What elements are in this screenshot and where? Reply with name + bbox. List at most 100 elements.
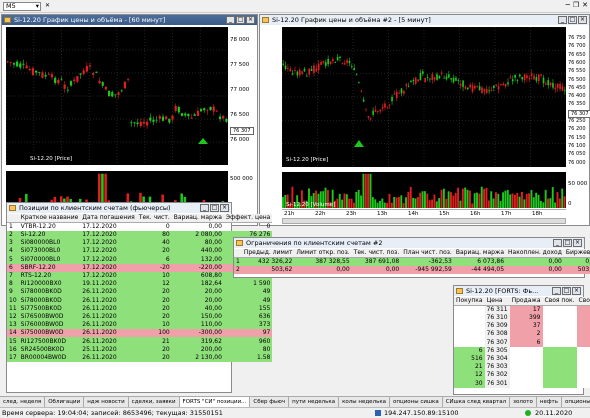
table-row[interactable]: 1 432 326,22 387 328,55 387 691,08 -362,53 6 … [234, 257, 590, 266]
workspace-tab[interactable]: Облигации [45, 397, 85, 407]
close-icon[interactable]: × [246, 16, 255, 24]
workspace-tab[interactable]: опционы ртс [562, 397, 590, 407]
limits-title-bar[interactable]: Ограничения по клиентским счетам #2 _ □ × [234, 238, 584, 248]
col-header[interactable] [7, 214, 19, 223]
table-row[interactable]: 1 VTBR-12.20 17.12.2020 0 0,00 0 [7, 223, 272, 232]
time-tick: 16h [470, 211, 481, 217]
workspace-tab[interactable]: золото [510, 397, 537, 407]
col-header[interactable]: Тек. чист. поз. [351, 249, 402, 258]
col-header[interactable]: Цена [484, 297, 510, 306]
table-row[interactable]: 2 503,62 0,00 0,00 -945 992,59 -44 494,05 0,00… [234, 266, 590, 275]
table-row[interactable]: 9 Si78000BK0D 26.11.2020 20 20,00 49 [7, 288, 273, 297]
price-tick: 76 400 [568, 93, 586, 100]
col-header[interactable]: Своя пр. [576, 297, 590, 306]
table-row[interactable]: 76 311 17 [454, 305, 590, 314]
positions-title-bar[interactable]: Позиции по клиентским счетам (фьючерсы) … [7, 203, 231, 213]
chart2-title-bar[interactable]: Si-12.20 График цены и объёма #2 - [5 ми… [260, 15, 589, 25]
chart2-title: Si-12.20 График цены и объёма #2 - [5 ми… [272, 16, 431, 24]
volume-bar [551, 187, 554, 208]
col-header[interactable]: Дата погашения [80, 214, 137, 223]
col-header[interactable]: Накоплен. доход [506, 249, 564, 258]
workspace-tab[interactable]: СИшка след квартал [443, 397, 511, 407]
close-icon[interactable]: × [572, 287, 581, 295]
workspace-tab[interactable]: след. неделя [0, 397, 46, 407]
table-row[interactable]: 76 307 6 [454, 338, 590, 347]
maximize-icon[interactable]: □ [568, 16, 577, 24]
orderbook-title-bar[interactable]: Si-12.20 [FORTS: Фь... _ □ × [454, 286, 583, 296]
workspace-tab[interactable]: пути неделька [289, 397, 340, 407]
positions-window[interactable]: Позиции по клиентским счетам (фьючерсы) … [6, 202, 273, 393]
table-row[interactable]: 6 76 305 [454, 346, 590, 355]
workspace-tab[interactable]: нефть [537, 397, 562, 407]
workspace-tab[interactable]: сделки, заявки [129, 397, 180, 407]
col-header[interactable]: План чист. поз. [401, 249, 454, 258]
workspace-tab[interactable]: FORTS "СИ" позиции... [179, 397, 251, 407]
candle-body [187, 113, 190, 117]
table-row[interactable]: 76 309 37 [454, 322, 590, 331]
table-row[interactable]: 12 76 302 [454, 371, 590, 380]
table-row[interactable]: 17 BR00004BW0D 26.11.2020 20 2 130,00 1.58 [7, 353, 273, 362]
table-row[interactable]: 11 Si77500BK0D 26.11.2020 20 40,00 155 [7, 304, 273, 313]
table-cell: 15 [9, 337, 17, 345]
col-header[interactable]: Предыд. лимит [241, 249, 295, 258]
col-header[interactable]: Биржевые [563, 249, 590, 258]
chart-window-5min[interactable]: Si-12.20 График цены и объёма #2 - [5 ми… [259, 14, 590, 226]
table-row[interactable]: 15 RI127500BK0D 26.11.2020 21 319,62 960 [7, 337, 273, 346]
workspace-tab[interactable]: ндж новости [84, 397, 129, 407]
chart-window-60min[interactable]: Si-12.20 График цены и объёма - [60 мину… [1, 14, 258, 226]
close-icon[interactable]: × [573, 239, 582, 247]
maximize-icon[interactable]: □ [236, 16, 245, 24]
table-row[interactable]: 30 76 301 [454, 379, 590, 388]
table-row[interactable]: 14 Si75000BW0D 26.11.2020 100 -300,00 97 [7, 329, 273, 338]
chart2-price-pane[interactable] [282, 27, 566, 167]
minimize-icon[interactable]: _ [552, 287, 561, 295]
chart2-scrollbar[interactable] [282, 218, 566, 224]
workspace-tab[interactable]: опционы сишка [390, 397, 443, 407]
table-cell: 17 [9, 353, 17, 361]
minimize-icon[interactable]: _ [200, 204, 209, 212]
table-row[interactable]: 8 RI120000BX0 19.11.2020 12 182,64 1 590 [7, 280, 273, 289]
close-app-icon[interactable]: ✕ [582, 1, 588, 9]
table-row[interactable]: 21 76 303 [454, 363, 590, 372]
table-row[interactable]: 76 310 399 [454, 314, 590, 323]
col-header[interactable]: Вариац. маржа [171, 214, 224, 223]
table-row[interactable]: 12 Si76500BW0D 26.11.2020 20 150,00 636 [7, 312, 273, 322]
col-header[interactable]: Продажа [509, 297, 543, 306]
col-header[interactable]: Тек. чист. [136, 214, 172, 223]
table-row[interactable]: 10 Si78000BK0D 26.11.2020 20 20,00 49 [7, 296, 273, 305]
maximize-icon[interactable]: □ [563, 239, 572, 247]
close-icon[interactable]: ✕ [45, 2, 50, 9]
orderbook-window[interactable]: Si-12.20 [FORTS: Фь... _ □ × Покупка Цена Пр… [453, 285, 590, 395]
minimize-icon[interactable]: _ [553, 239, 562, 247]
col-header[interactable]: Лимит откр. поз. [294, 249, 352, 258]
minimize-icon[interactable]: _ [226, 16, 235, 24]
close-icon[interactable]: × [578, 16, 587, 24]
table-row[interactable]: 13 Si76000BW0D 26.11.2020 10 110,00 373 [7, 321, 273, 330]
limits-window[interactable]: Ограничения по клиентским счетам #2 _ □ × … [233, 237, 590, 278]
chart1-title-bar[interactable]: Si-12.20 График цены и объёма - [60 мину… [2, 15, 257, 25]
volume-bar [442, 188, 445, 208]
table-row[interactable]: 76 308 2 [454, 330, 590, 339]
col-header[interactable]: Покупка [454, 297, 485, 306]
restore-icon[interactable]: ❐ [573, 1, 579, 9]
candle-body [431, 74, 434, 80]
minimize-icon[interactable]: _ [558, 16, 567, 24]
col-header[interactable]: Своя пок. [542, 297, 577, 306]
workspace-tab[interactable]: колы неделька [339, 397, 391, 407]
table-cell: 2 [9, 231, 13, 239]
interval-select[interactable]: M5 ▾ [3, 2, 41, 11]
maximize-icon[interactable]: □ [562, 287, 571, 295]
workspace-tab[interactable]: Сбер фьюч [250, 397, 290, 407]
col-header[interactable]: Вариац. маржа [453, 249, 507, 258]
minimize-icon[interactable]: ─ [566, 1, 570, 9]
table-row[interactable]: 16 SR24500BK0D 25.11.2020 20 200,00 80 [7, 345, 273, 354]
close-icon[interactable]: × [220, 204, 229, 212]
maximize-icon[interactable]: □ [210, 204, 219, 212]
col-header[interactable]: Краткое название [18, 214, 81, 223]
table-row[interactable]: 516 76 304 [454, 354, 590, 364]
chart1-price-pane[interactable] [6, 27, 228, 165]
candle-body [450, 78, 453, 80]
candle-body [466, 87, 469, 90]
col-header[interactable]: Эффект. цена [223, 214, 273, 223]
col-header[interactable] [234, 249, 242, 258]
